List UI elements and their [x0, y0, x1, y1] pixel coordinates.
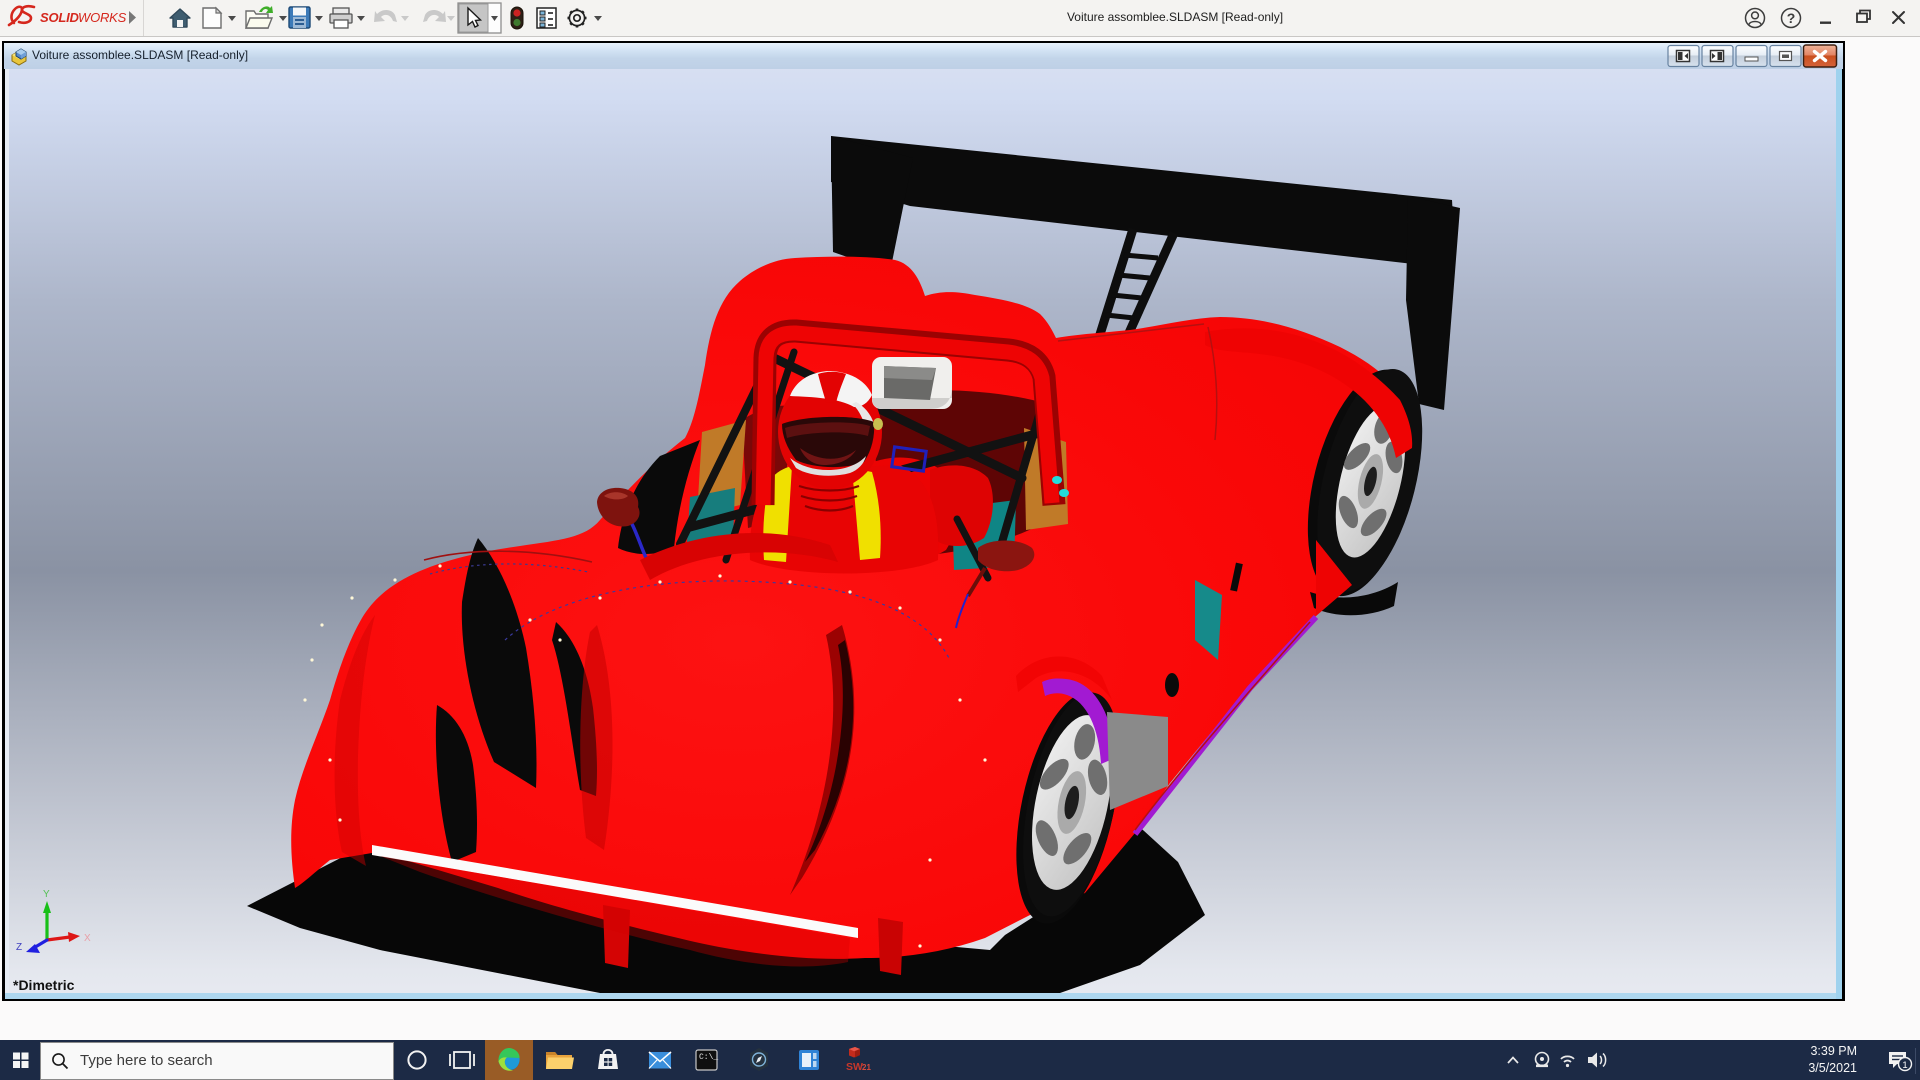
svg-text:21: 21 [862, 1063, 871, 1072]
svg-text:Y: Y [43, 889, 50, 900]
svg-text:*Dimetric: *Dimetric [13, 977, 75, 993]
svg-text:C:\_: C:\_ [699, 1053, 718, 1062]
svg-text:SW: SW [846, 1061, 863, 1073]
svg-text:?: ? [1787, 10, 1796, 26]
svg-text:Z: Z [16, 942, 22, 953]
svg-text:SOLID: SOLID [40, 10, 80, 25]
svg-text:1: 1 [1902, 1060, 1907, 1071]
svg-text:WORKS: WORKS [78, 10, 127, 25]
svg-text:X: X [84, 933, 91, 944]
